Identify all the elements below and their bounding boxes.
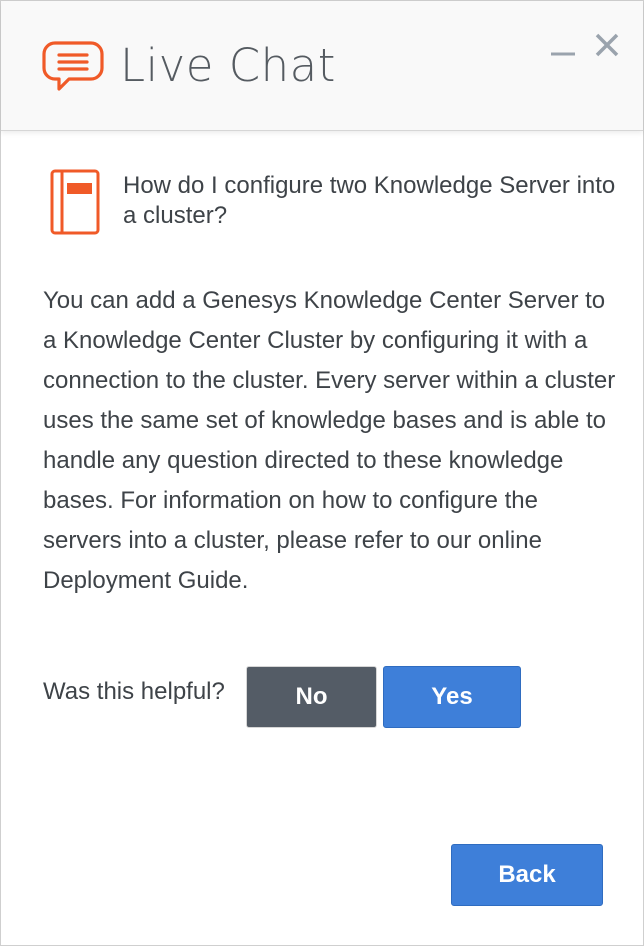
chat-title: Live Chat [120, 39, 336, 92]
minimize-icon [551, 52, 575, 56]
close-button[interactable] [593, 31, 621, 59]
helpful-label: Was this helpful? [43, 678, 225, 705]
no-button[interactable]: No [246, 666, 377, 728]
chat-header: Live Chat [1, 1, 643, 131]
yes-button[interactable]: Yes [383, 666, 521, 728]
minimize-button[interactable] [549, 37, 577, 61]
book-icon [50, 169, 100, 235]
article-question: How do I configure two Knowledge Server … [123, 172, 616, 229]
chat-bubble-icon [42, 41, 104, 91]
live-chat-window: Live Chat How do I configure two Knowled… [0, 0, 644, 946]
back-button[interactable]: Back [451, 844, 603, 906]
article-answer: You can add a Genesys Knowledge Center S… [43, 287, 616, 594]
close-icon [595, 33, 619, 57]
